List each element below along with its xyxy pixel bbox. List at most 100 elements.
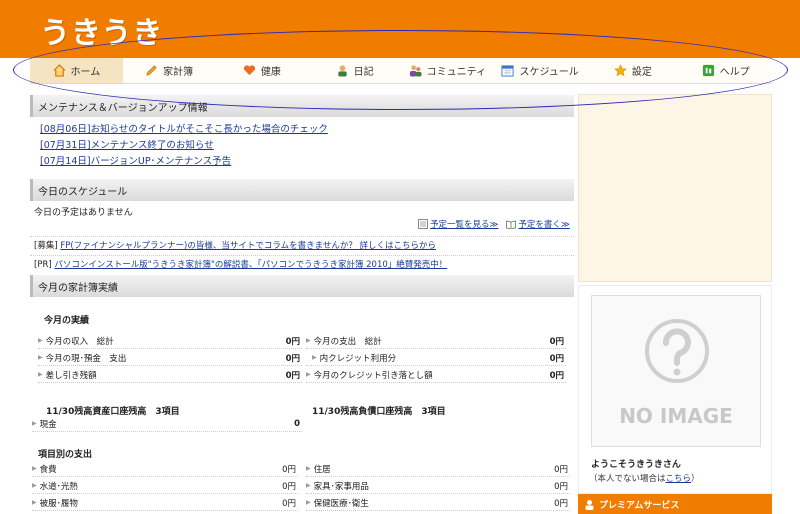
person-icon: [585, 499, 594, 510]
people-icon: [409, 65, 422, 77]
row-label: 内クレジット利用分: [319, 353, 397, 364]
heart-icon: [243, 65, 255, 76]
maintenance-link[interactable]: [08月06日]お知らせのタイトルがそこそこ長かった場合のチェック: [40, 122, 328, 138]
row-label: 水道･光熱: [39, 481, 78, 492]
triangle-icon: ▶: [306, 371, 311, 378]
nav-label: ヘルプ: [719, 67, 750, 78]
not-you-link[interactable]: こちら: [666, 474, 692, 484]
not-you-suffix: ）: [691, 474, 700, 484]
schedule-write-link[interactable]: 予定を書く≫: [518, 218, 569, 230]
nav-label: 日記: [353, 67, 374, 78]
actual-title: 今月の実績: [44, 316, 90, 326]
triangle-icon: ▶: [38, 371, 43, 378]
promo-tag: [PR]: [34, 260, 52, 270]
promo-line: [PR] パソコンインストール版"うきうき家計簿"の解説書、「パソコンでうきうき…: [34, 257, 447, 273]
noimage-label: NO IMAGE: [619, 404, 733, 428]
nav-label: ホーム: [70, 67, 101, 78]
row-amount: 0円: [282, 464, 296, 475]
promo-line: [募集] FP(ファイナンシャルプランナー)の皆様、当サイトでコラムを書きません…: [34, 238, 436, 254]
maintenance-link[interactable]: [07月14日]バージョンUP･メンテナンス予告: [40, 154, 328, 170]
row-label: 被服･履物: [39, 498, 78, 509]
nav-item-home[interactable]: ホーム: [30, 58, 123, 83]
maintenance-header: メンテナンス＆バージョンアップ情報: [30, 95, 574, 117]
maintenance-link[interactable]: [07月31日]メンテナンス終了のお知らせ: [40, 138, 328, 154]
maintenance-list: [08月06日]お知らせのタイトルがそこそこ長かった場合のチェック [07月31…: [30, 122, 328, 170]
item-row: ▶ 住居 0円: [306, 461, 570, 477]
person-icon: [337, 65, 347, 77]
triangle-icon: ▶: [38, 354, 43, 361]
triangle-icon: ▶: [306, 337, 311, 344]
star-icon: [614, 64, 627, 77]
main-content: メンテナンス＆バージョンアップ情報 [08月06日]お知らせのタイトルがそこそこ…: [30, 90, 574, 511]
row-label: 今月の収入 総計: [45, 336, 114, 347]
row-amount: 0円: [554, 498, 568, 509]
nav-label: スケジュール: [519, 67, 579, 78]
row-label: 差し引き残額: [45, 370, 97, 381]
row-amount: 0円: [549, 353, 564, 364]
question-icon: [645, 319, 709, 383]
profile-box: NO IMAGE ようこそうきうきさん （本人でない場合はこちら）: [578, 285, 772, 494]
asset-row: ▶ 現金 0: [32, 416, 302, 432]
row-label: 今月のクレジット引き落とし額: [313, 370, 433, 381]
nav-item-kakeibo[interactable]: 家計簿: [123, 58, 216, 83]
summary-row: ▶ 差し引き残額 0円: [38, 367, 302, 383]
nav-label: 設定: [631, 67, 652, 78]
not-you-prefix: （本人でない場合は: [589, 474, 666, 484]
home-icon: [53, 64, 66, 77]
pencil-icon: [146, 65, 157, 76]
item-row: ▶ 保健医療･衛生 0円: [306, 495, 570, 511]
nav-label: コミュニティ: [426, 67, 487, 78]
nav-item-schedule[interactable]: スケジュール: [494, 58, 587, 83]
not-you-text: （本人でない場合はこちら）: [589, 472, 763, 484]
nav-item-settings[interactable]: 設定: [587, 58, 680, 83]
summary-row: ▶ 今月の収入 総計 0円: [38, 333, 302, 349]
calendar-icon: [501, 65, 515, 77]
profile-image: NO IMAGE: [591, 295, 761, 447]
triangle-icon: ▶: [312, 354, 317, 361]
row-amount: 0円: [549, 336, 564, 347]
welcome-text: ようこそうきうきさん: [591, 460, 681, 470]
premium-service-button[interactable]: プレミアムサービス: [578, 494, 772, 514]
row-amount: 0円: [285, 353, 300, 364]
row-amount: 0円: [554, 464, 568, 475]
row-amount: 0円: [554, 481, 568, 492]
help-icon: [702, 64, 714, 77]
site-logo[interactable]: うきうき: [40, 8, 163, 52]
nav-item-help[interactable]: ヘルプ: [679, 58, 772, 83]
nav-item-diary[interactable]: 日記: [308, 58, 401, 83]
site-header: うきうき: [0, 0, 800, 58]
row-amount: 0円: [549, 370, 564, 381]
row-label: 家具･家事用品: [313, 481, 369, 492]
summary-row: ▶ 今月の支出 総計 0円: [306, 333, 566, 349]
row-amount: 0円: [282, 498, 296, 509]
row-label: 今月の現･預金 支出: [45, 353, 127, 364]
row-label: 食費: [39, 464, 57, 475]
summary-row: ▶ 内クレジット利用分 0円: [306, 350, 566, 366]
row-amount: 0円: [285, 370, 300, 381]
nav-label: 健康: [260, 67, 281, 78]
item-row: ▶ 水道･光熱 0円: [32, 478, 298, 494]
triangle-icon: ▶: [32, 499, 37, 506]
item-row: ▶ 家具･家事用品 0円: [306, 478, 570, 494]
debt-title: 11/30残高負債口座残高 3項目: [312, 407, 446, 417]
schedule-links: 予定一覧を見る≫ 予定を書く≫: [418, 218, 570, 230]
row-label: 現金: [39, 419, 57, 430]
nav-label: 家計簿: [163, 67, 194, 78]
nav-item-community[interactable]: コミュニティ: [401, 58, 494, 83]
kakeibo-header: 今月の家計簿実績: [30, 275, 574, 297]
row-label: 保健医療･衛生: [313, 498, 369, 509]
item-row: ▶ 食費 0円: [32, 461, 298, 477]
nav-item-health[interactable]: 健康: [216, 58, 309, 83]
summary-row: ▶ 今月の現･預金 支出 0円: [38, 350, 302, 366]
triangle-icon: ▶: [32, 420, 37, 427]
schedule-empty-text: 今日の予定はありません: [34, 208, 133, 218]
triangle-icon: ▶: [306, 465, 311, 472]
ad-area: [578, 94, 772, 282]
promo-tag: [募集]: [34, 241, 58, 251]
promo-link[interactable]: パソコンインストール版"うきうき家計簿"の解説書、「パソコンでうきうき家計簿 2…: [54, 260, 447, 270]
schedule-list-link[interactable]: 予定一覧を見る≫: [430, 218, 498, 230]
book-icon: [506, 220, 517, 229]
promo-link[interactable]: FP(ファイナンシャルプランナー)の皆様、当サイトでコラムを書きませんか？ 詳し…: [60, 241, 436, 251]
row-amount: 0: [294, 418, 300, 429]
main-nav: ホーム 家計簿 健康 日記 コミュニティ スケジュール 設定 ヘルプ: [30, 58, 772, 84]
